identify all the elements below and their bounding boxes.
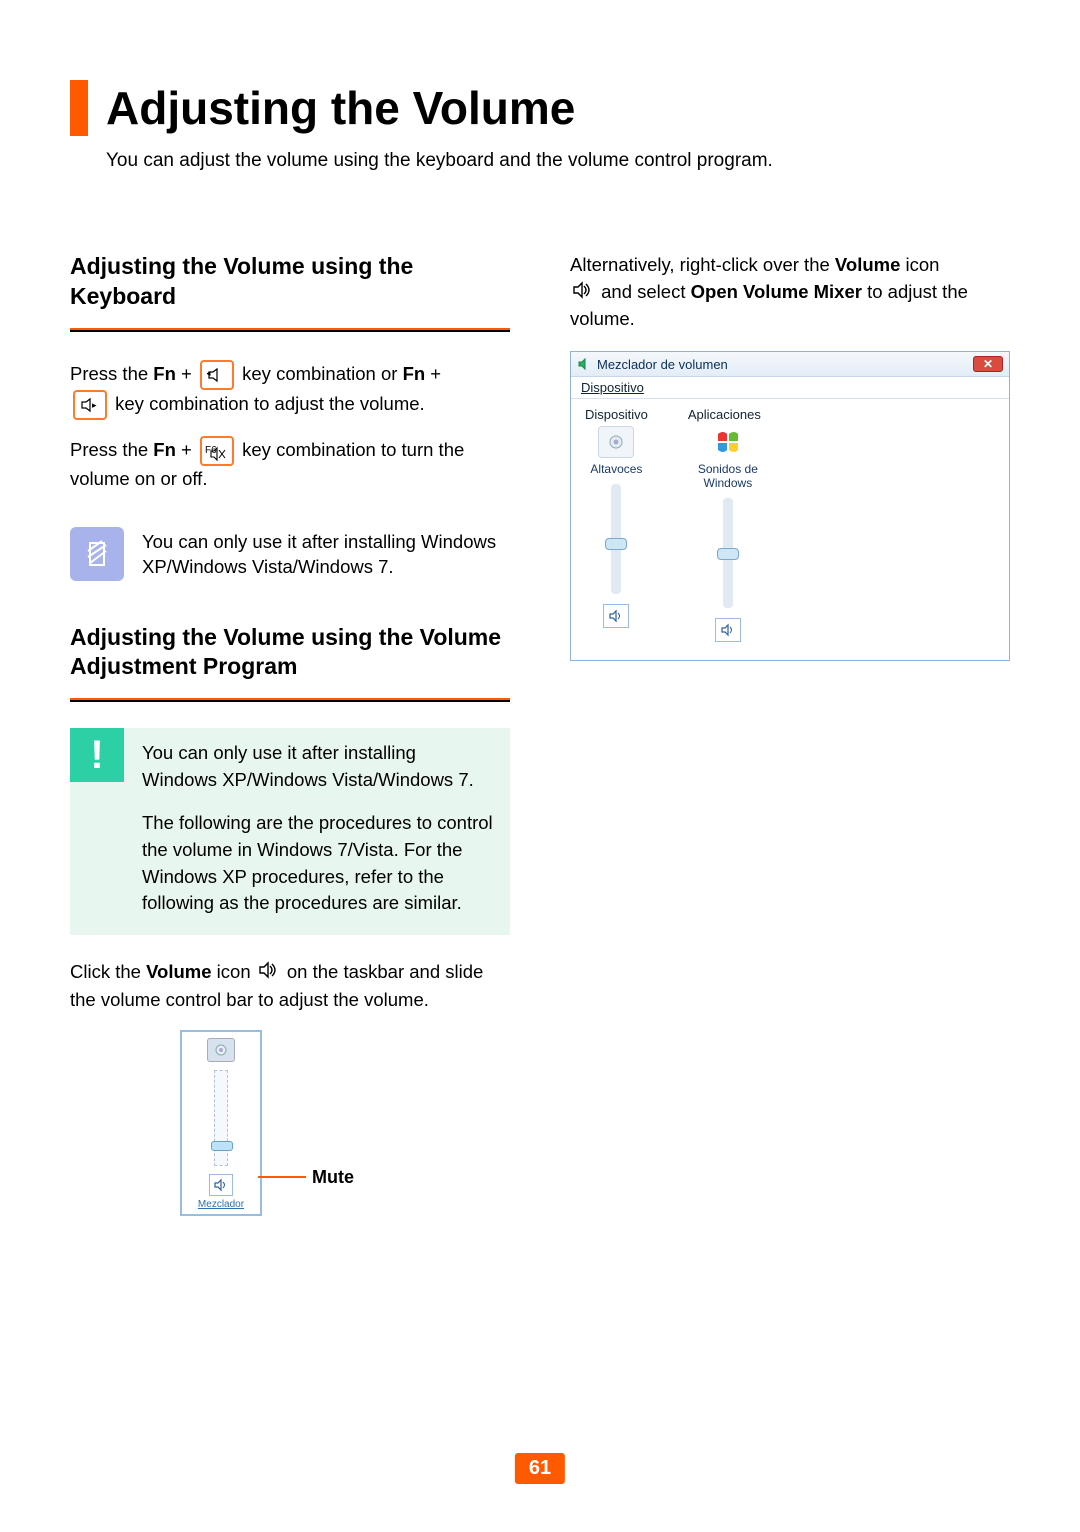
- open-mixer-label: Open Volume Mixer: [691, 281, 862, 302]
- text: Click the: [70, 961, 146, 982]
- mixer-app-column: Sonidos de Windows: [688, 426, 768, 642]
- text: key combination to adjust the volume.: [115, 393, 425, 414]
- close-button[interactable]: ✕: [973, 356, 1003, 372]
- text: +: [425, 363, 441, 384]
- para-right-click: Alternatively, right-click over the Volu…: [570, 252, 1010, 333]
- para-click-volume: Click the Volume icon on the taskbar and…: [70, 959, 510, 1013]
- windows-sounds-icon: [710, 426, 746, 458]
- svg-text:▸: ▸: [92, 400, 97, 410]
- slider-thumb[interactable]: [717, 548, 739, 560]
- warning-box: ! You can only use it after installing W…: [70, 728, 510, 935]
- fn-key-label: Fn: [403, 363, 426, 384]
- mixer-title-icon: [577, 357, 591, 371]
- device-mute-button[interactable]: [603, 604, 629, 628]
- f6-label: F6: [205, 438, 217, 464]
- volume-word: Volume: [835, 254, 900, 275]
- warning-text: You can only use it after installing Win…: [142, 728, 510, 917]
- mute-key-icon: F6: [200, 436, 234, 466]
- volume-slider[interactable]: [214, 1070, 228, 1166]
- device-volume-slider[interactable]: [611, 484, 621, 594]
- mute-label: Mute: [312, 1167, 354, 1188]
- volume-up-key-icon: ▸: [73, 390, 107, 420]
- warning-icon: !: [70, 728, 124, 782]
- text: Alternatively, right-click over the: [570, 254, 835, 275]
- slider-thumb[interactable]: [211, 1141, 233, 1151]
- fn-key-label: Fn: [153, 439, 176, 460]
- page-number: 61: [515, 1453, 565, 1484]
- device-caption: Altavoces: [590, 462, 642, 476]
- volume-down-key-icon: ◂: [200, 360, 234, 390]
- speaker-icon: [572, 280, 594, 307]
- volume-mixer-window: Mezclador de volumen ✕ Dispositivo Dispo…: [570, 351, 1010, 661]
- mixer-menu-bar[interactable]: Dispositivo: [571, 377, 1009, 399]
- warn-p2: The following are the procedures to cont…: [142, 810, 496, 917]
- col-header-device: Dispositivo: [585, 407, 648, 422]
- intro-text: You can adjust the volume using the keyb…: [106, 150, 1010, 172]
- section-divider: [70, 698, 510, 702]
- device-icon: [207, 1038, 235, 1062]
- page-title: Adjusting the Volume: [106, 81, 575, 135]
- text: and select: [601, 281, 690, 302]
- slider-thumb[interactable]: [605, 538, 627, 550]
- fn-key-label: Fn: [153, 363, 176, 384]
- speaker-icon: [258, 960, 280, 987]
- note-box: You can only use it after installing Win…: [70, 527, 510, 581]
- speakers-device-icon: [598, 426, 634, 458]
- note-icon: [70, 527, 124, 581]
- app-caption: Sonidos de Windows: [688, 462, 768, 490]
- text: +: [176, 439, 197, 460]
- mixer-titlebar: Mezclador de volumen ✕: [571, 352, 1009, 377]
- col-header-apps: Aplicaciones: [688, 407, 768, 422]
- right-column: Alternatively, right-click over the Volu…: [570, 252, 1010, 1216]
- text: Press the: [70, 439, 153, 460]
- volume-popup-illustration: Mezclador Mute: [180, 1030, 262, 1216]
- text: key combination or: [242, 363, 402, 384]
- text: Press the: [70, 363, 153, 384]
- app-mute-button[interactable]: [715, 618, 741, 642]
- text: icon: [212, 961, 256, 982]
- svg-text:◂: ◂: [207, 368, 211, 378]
- heading-keyboard: Adjusting the Volume using the Keyboard: [70, 252, 510, 312]
- mute-button[interactable]: [209, 1174, 233, 1196]
- para-key-combo-adjust: Press the Fn + ◂ key combination or Fn +…: [70, 360, 510, 420]
- app-volume-slider[interactable]: [723, 498, 733, 608]
- note-text: You can only use it after installing Win…: [142, 527, 510, 581]
- section-divider: [70, 328, 510, 332]
- heading-program: Adjusting the Volume using the Volume Ad…: [70, 623, 510, 683]
- mixer-link[interactable]: Mezclador: [198, 1199, 244, 1210]
- mute-callout: Mute: [258, 1167, 354, 1188]
- para-key-combo-mute: Press the Fn + F6 key combination to tur…: [70, 436, 510, 493]
- warn-p1: You can only use it after installing Win…: [142, 740, 496, 794]
- menu-dispositivo[interactable]: Dispositivo: [581, 380, 644, 395]
- volume-word: Volume: [146, 961, 211, 982]
- left-column: Adjusting the Volume using the Keyboard …: [70, 252, 510, 1216]
- title-accent-bar: [70, 80, 88, 136]
- text: +: [176, 363, 197, 384]
- text: icon: [900, 254, 939, 275]
- mixer-title-text: Mezclador de volumen: [597, 357, 728, 372]
- mixer-device-column: Altavoces: [585, 426, 648, 628]
